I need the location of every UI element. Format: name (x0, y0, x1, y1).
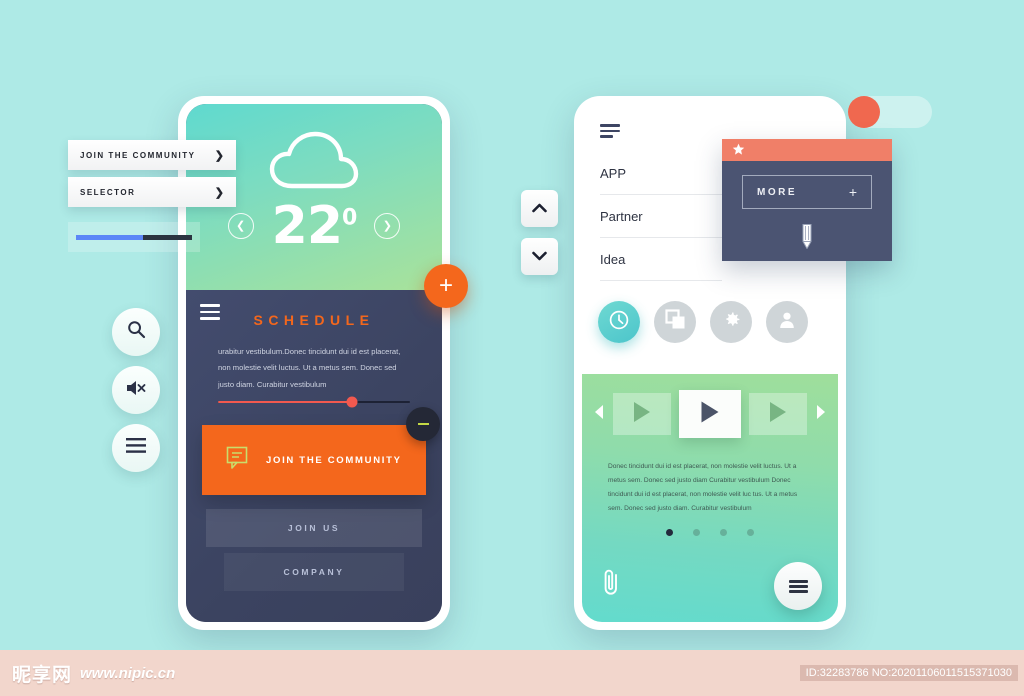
star-icon (732, 143, 745, 161)
cloud-icon (268, 130, 360, 197)
hamburger-menu-icon (126, 438, 146, 458)
copy-tab-button[interactable] (654, 301, 696, 343)
selector-card[interactable]: SELECTOR ❯ (68, 177, 236, 207)
hamburger-menu-icon (788, 578, 808, 595)
media-card-active[interactable] (679, 390, 741, 438)
pencil-icon (799, 224, 815, 255)
add-button[interactable]: + (424, 264, 468, 308)
watermark-bar: 昵享网 www.nipic.cn ID:32283786 NO:20201106… (0, 650, 1024, 696)
menu-item-app[interactable]: APP (600, 152, 722, 195)
play-icon (632, 401, 652, 428)
carousel-prev-button[interactable] (594, 404, 605, 425)
scroll-down-button[interactable] (521, 238, 558, 275)
chat-bubble-icon (226, 446, 248, 475)
hamburger-menu-icon[interactable] (600, 124, 620, 141)
plus-icon: + (848, 184, 857, 200)
toggle-switch[interactable] (848, 96, 932, 128)
scroll-up-button[interactable] (521, 190, 558, 227)
progress-bar-card[interactable] (68, 222, 200, 252)
schedule-description: urabitur vestibulum.Donec tincidunt dui … (218, 347, 401, 389)
clock-tab-button[interactable] (598, 301, 640, 343)
temperature-value: 220 (271, 196, 358, 256)
image-id-label: ID:32283786 NO:20201106011515371030 (799, 665, 1018, 681)
cta-label: JOIN THE COMMUNITY (266, 454, 402, 466)
schedule-slider[interactable] (186, 393, 442, 408)
slider-fill (218, 400, 353, 404)
search-button[interactable] (112, 308, 160, 356)
gear-icon (721, 309, 742, 335)
play-icon (699, 400, 721, 429)
more-card-body: MORE + (722, 161, 892, 261)
mute-speaker-icon (125, 379, 147, 402)
more-card: MORE + (722, 139, 892, 261)
paperclip-icon (600, 569, 622, 601)
media-panel: Donec tincidunt dui id est placerat, non… (582, 374, 838, 622)
join-us-label: JOIN US (287, 523, 341, 534)
pagination-dot[interactable] (720, 529, 727, 537)
minus-button[interactable] (406, 407, 440, 442)
weather-next-button[interactable]: ❯ (374, 213, 401, 239)
site-logo: 昵享网 (12, 663, 73, 686)
clock-icon (608, 309, 630, 336)
more-card-header (722, 139, 892, 161)
chevron-right-icon: ❯ (214, 186, 224, 199)
design-canvas: ❮ 220 ❯ SCHEDULE urabitur vestibulum.Don… (0, 0, 1024, 650)
settings-tab-button[interactable] (710, 301, 752, 343)
menu-fab-button[interactable] (774, 562, 822, 610)
carousel-next-button[interactable] (815, 404, 826, 425)
media-description: Donec tincidunt dui id est placerat, non… (608, 463, 798, 512)
plus-icon: + (438, 272, 453, 299)
attach-button[interactable] (600, 567, 622, 602)
user-icon (777, 310, 797, 335)
chevron-down-icon (532, 248, 547, 266)
hamburger-menu-icon[interactable] (200, 304, 220, 324)
pagination-dot[interactable] (693, 529, 700, 537)
play-icon (768, 401, 788, 428)
mute-button[interactable] (112, 366, 160, 414)
pagination-dot[interactable] (666, 529, 673, 537)
company-label: COMPANY (283, 567, 345, 578)
minus-icon (417, 423, 429, 426)
profile-tab-button[interactable] (766, 301, 808, 343)
pagination-dot[interactable] (747, 529, 754, 537)
toggle-knob (848, 96, 880, 128)
copy-layers-icon (664, 309, 686, 335)
search-icon (127, 320, 146, 344)
progress-fill (76, 234, 144, 240)
join-us-button[interactable]: JOIN US (206, 509, 422, 548)
join-the-community-card-label: JOIN THE COMMUNITY (80, 150, 196, 160)
slider-knob[interactable] (346, 396, 358, 408)
temperature-row: ❮ 220 ❯ (186, 200, 442, 252)
pagination-dots (582, 515, 838, 537)
slider-track (218, 396, 410, 408)
edit-button[interactable] (799, 223, 815, 256)
menu-item-idea[interactable]: Idea (600, 238, 722, 281)
chevron-right-icon: ❯ (214, 149, 224, 162)
chevron-up-icon (532, 200, 547, 218)
company-button[interactable]: COMPANY (224, 553, 404, 592)
progress-track (76, 234, 192, 240)
more-button[interactable]: MORE + (742, 175, 872, 209)
schedule-panel: SCHEDULE urabitur vestibulum.Donec tinci… (186, 290, 442, 622)
selector-card-label: SELECTOR (80, 187, 136, 197)
join-the-community-button[interactable]: JOIN THE COMMUNITY (202, 407, 440, 496)
media-card[interactable] (613, 393, 671, 435)
site-url: www.nipic.cn (80, 664, 176, 682)
media-carousel (582, 390, 838, 438)
more-button-label: MORE (757, 186, 797, 198)
weather-prev-button[interactable]: ❮ (227, 213, 254, 239)
icon-toolbar (582, 281, 838, 343)
menu-button[interactable] (112, 424, 160, 472)
join-the-community-card[interactable]: JOIN THE COMMUNITY ❯ (68, 140, 236, 170)
menu-item-partner[interactable]: Partner (600, 195, 722, 238)
media-card[interactable] (749, 393, 807, 435)
page-title: SCHEDULE (253, 312, 375, 328)
